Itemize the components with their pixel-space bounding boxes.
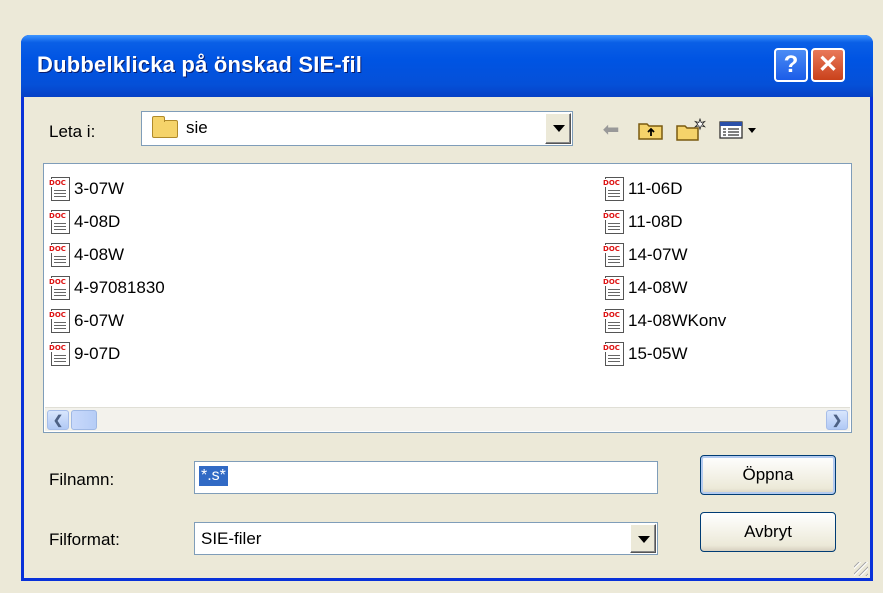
chevron-down-icon[interactable] (545, 113, 571, 144)
file-name: 4-08W (74, 244, 125, 264)
scroll-right-icon[interactable]: ❯ (826, 410, 848, 430)
document-icon: DOC (602, 209, 626, 235)
file-name: 6-07W (74, 310, 125, 330)
resize-grip-icon[interactable] (854, 562, 868, 576)
list-item[interactable]: DOC 11-06D (602, 172, 726, 205)
folder-icon (152, 116, 178, 138)
document-icon: DOC (602, 242, 626, 268)
document-icon: DOC (602, 176, 626, 202)
document-icon: DOC (48, 341, 72, 367)
list-item[interactable]: DOC 4-08W (48, 238, 165, 271)
lookin-label: Leta i: (49, 122, 96, 141)
file-column-left: DOC 3-07W DOC 4-08D DOC 4-08W DOC 4-97081830 DOC… (48, 172, 165, 370)
file-column-right: DOC 11-06D DOC 11-08D DOC 14-07W DOC 14-08W DOC 1… (602, 172, 726, 370)
lookin-combo[interactable]: sie (141, 111, 573, 146)
file-name: 11-06D (628, 178, 683, 198)
lookin-value: sie (186, 118, 208, 137)
horizontal-scrollbar[interactable]: ❮ ❯ (45, 407, 850, 431)
file-name: 14-07W (628, 244, 688, 264)
list-item[interactable]: DOC 15-05W (602, 337, 726, 370)
open-file-dialog: Dubbelklicka på önskad SIE-fil ? ✕ Leta … (21, 35, 873, 581)
back-icon[interactable]: ⬅ (596, 116, 626, 144)
scroll-left-icon[interactable]: ❮ (47, 410, 69, 430)
list-item[interactable]: DOC 9-07D (48, 337, 165, 370)
list-item[interactable]: DOC 6-07W (48, 304, 165, 337)
file-name: 15-05W (628, 343, 688, 363)
filename-label: Filnamn: (49, 470, 115, 489)
open-button[interactable]: Öppna (700, 455, 836, 495)
new-folder-icon[interactable] (674, 116, 708, 144)
document-icon: DOC (48, 308, 72, 334)
document-icon: DOC (48, 242, 72, 268)
list-item[interactable]: DOC 14-07W (602, 238, 726, 271)
file-name: 14-08WKonv (628, 310, 727, 330)
scrollbar-thumb[interactable] (71, 410, 97, 430)
document-icon: DOC (602, 308, 626, 334)
list-item[interactable]: DOC 14-08WKonv (602, 304, 726, 337)
file-name: 3-07W (74, 178, 125, 198)
file-list[interactable]: DOC 3-07W DOC 4-08D DOC 4-08W DOC 4-97081830 DOC… (43, 163, 852, 433)
list-item[interactable]: DOC 14-08W (602, 271, 726, 304)
filetype-value: SIE-filer (201, 529, 262, 548)
view-menu-icon[interactable] (716, 116, 766, 144)
window-title: Dubbelklicka på önskad SIE-fil (37, 52, 363, 77)
list-item[interactable]: DOC 11-08D (602, 205, 726, 238)
document-icon: DOC (48, 209, 72, 235)
help-button[interactable]: ? (774, 48, 808, 82)
up-folder-icon[interactable] (636, 116, 666, 144)
file-name: 11-08D (628, 211, 683, 231)
list-item[interactable]: DOC 3-07W (48, 172, 165, 205)
chevron-down-icon[interactable] (630, 524, 656, 553)
document-icon: DOC (48, 176, 72, 202)
list-item[interactable]: DOC 4-97081830 (48, 271, 165, 304)
title-bar[interactable]: Dubbelklicka på önskad SIE-fil ? ✕ (21, 35, 873, 97)
file-name: 9-07D (74, 343, 121, 363)
close-button[interactable]: ✕ (811, 48, 845, 82)
filename-value: *.s* (199, 466, 228, 486)
document-icon: DOC (602, 275, 626, 301)
filetype-label: Filformat: (49, 530, 120, 549)
file-name: 14-08W (628, 277, 688, 297)
filetype-select[interactable]: SIE-filer (194, 522, 658, 555)
document-icon: DOC (48, 275, 72, 301)
list-item[interactable]: DOC 4-08D (48, 205, 165, 238)
document-icon: DOC (602, 341, 626, 367)
file-name: 4-97081830 (74, 277, 165, 297)
file-name: 4-08D (74, 211, 121, 231)
filename-field[interactable]: *.s* (194, 461, 658, 494)
cancel-button[interactable]: Avbryt (700, 512, 836, 552)
